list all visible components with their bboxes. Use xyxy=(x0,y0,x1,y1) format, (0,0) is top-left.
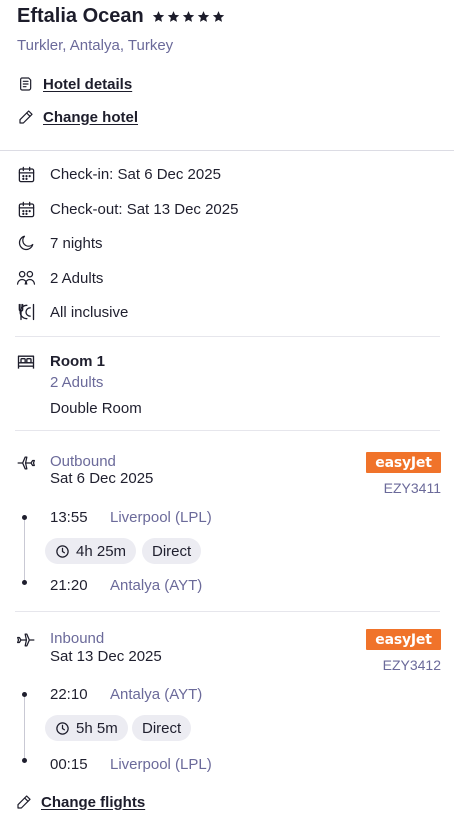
duration-chip: 4h 25m xyxy=(45,538,137,564)
plane-takeoff-icon xyxy=(16,453,36,473)
inbound-arrive-airport: Liverpool (LPL) xyxy=(110,756,212,773)
star-icon xyxy=(182,11,194,22)
calendar-icon xyxy=(16,164,36,184)
nights-text: 7 nights xyxy=(50,234,103,252)
hotel-title-row: Eftalia Ocean xyxy=(17,5,225,28)
outbound-arrive-airport: Antalya (AYT) xyxy=(110,577,203,594)
hotel-details-link[interactable]: Hotel details xyxy=(17,75,132,93)
inbound-depart-airport: Antalya (AYT) xyxy=(110,686,203,703)
change-hotel-link[interactable]: Change hotel xyxy=(17,108,138,126)
moon-icon xyxy=(16,233,36,253)
stops-text: Direct xyxy=(152,542,192,560)
stops-chip: Direct xyxy=(142,538,202,564)
inbound-depart-time: 22:10 xyxy=(50,686,88,703)
inbound-flight-number: EZY3412 xyxy=(382,657,441,673)
airline-logo: easyJet xyxy=(366,629,441,650)
arrival-dot xyxy=(22,580,27,585)
change-flights-link[interactable]: Change flights xyxy=(15,793,145,811)
guests-row: 2 Adults xyxy=(16,268,103,288)
clock-icon xyxy=(56,721,69,735)
check-in-row: Check-in: Sat 6 Dec 2025 xyxy=(16,164,221,184)
check-out-row: Check-out: Sat 13 Dec 2025 xyxy=(16,199,238,219)
inbound-label: Inbound xyxy=(50,630,105,647)
star-icon xyxy=(167,11,179,22)
people-icon xyxy=(16,268,36,288)
departure-dot xyxy=(22,692,27,697)
star-icon xyxy=(212,11,224,22)
outbound-depart-airport: Liverpool (LPL) xyxy=(110,509,212,526)
outbound-date: Sat 6 Dec 2025 xyxy=(50,470,154,487)
stops-chip: Direct xyxy=(132,715,192,741)
star-icon xyxy=(152,11,164,22)
star-rating xyxy=(152,10,225,23)
nights-row: 7 nights xyxy=(16,233,103,253)
duration-chip: 5h 5m xyxy=(45,715,128,741)
section-divider xyxy=(15,336,440,337)
change-hotel-label[interactable]: Change hotel xyxy=(43,109,138,126)
room-guests: 2 Adults xyxy=(50,374,104,391)
clock-icon xyxy=(56,544,69,558)
pencil-icon xyxy=(17,108,35,126)
pencil-icon xyxy=(15,793,33,811)
outbound-flight-number: EZY3411 xyxy=(383,480,441,496)
section-divider xyxy=(15,430,440,431)
guests-text: 2 Adults xyxy=(50,269,104,287)
check-out-text: Check-out: Sat 13 Dec 2025 xyxy=(50,200,239,218)
board-text: All inclusive xyxy=(50,303,129,321)
duration-text: 5h 5m xyxy=(76,719,118,737)
duration-text: 4h 25m xyxy=(76,542,127,560)
outbound-depart-time: 13:55 xyxy=(50,509,88,526)
calendar-icon xyxy=(16,199,36,219)
outbound-arrive-time: 21:20 xyxy=(50,577,88,594)
itinerary-line xyxy=(24,696,25,761)
stops-text: Direct xyxy=(142,719,182,737)
change-flights-label[interactable]: Change flights xyxy=(41,794,145,811)
itinerary-line xyxy=(24,519,25,583)
room-type: Double Room xyxy=(50,400,142,417)
star-icon xyxy=(197,11,209,22)
inbound-date: Sat 13 Dec 2025 xyxy=(50,648,162,665)
section-divider xyxy=(0,150,454,151)
hotel-name: Eftalia Ocean xyxy=(17,5,144,27)
inbound-arrive-time: 00:15 xyxy=(50,756,88,773)
outbound-label: Outbound xyxy=(50,453,116,470)
board-row: All inclusive xyxy=(16,302,128,322)
airline-logo: easyJet xyxy=(366,452,441,473)
room-title: Room 1 xyxy=(50,353,106,370)
bed-icon xyxy=(16,352,36,372)
section-divider xyxy=(15,611,440,612)
hotel-location: Turkler, Antalya, Turkey xyxy=(17,37,174,54)
arrival-dot xyxy=(22,758,27,763)
cutlery-icon xyxy=(16,302,36,322)
departure-dot xyxy=(22,515,27,520)
document-icon xyxy=(17,75,35,93)
plane-landing-icon xyxy=(16,630,36,650)
hotel-details-label[interactable]: Hotel details xyxy=(43,76,132,93)
check-in-text: Check-in: Sat 6 Dec 2025 xyxy=(50,165,221,183)
